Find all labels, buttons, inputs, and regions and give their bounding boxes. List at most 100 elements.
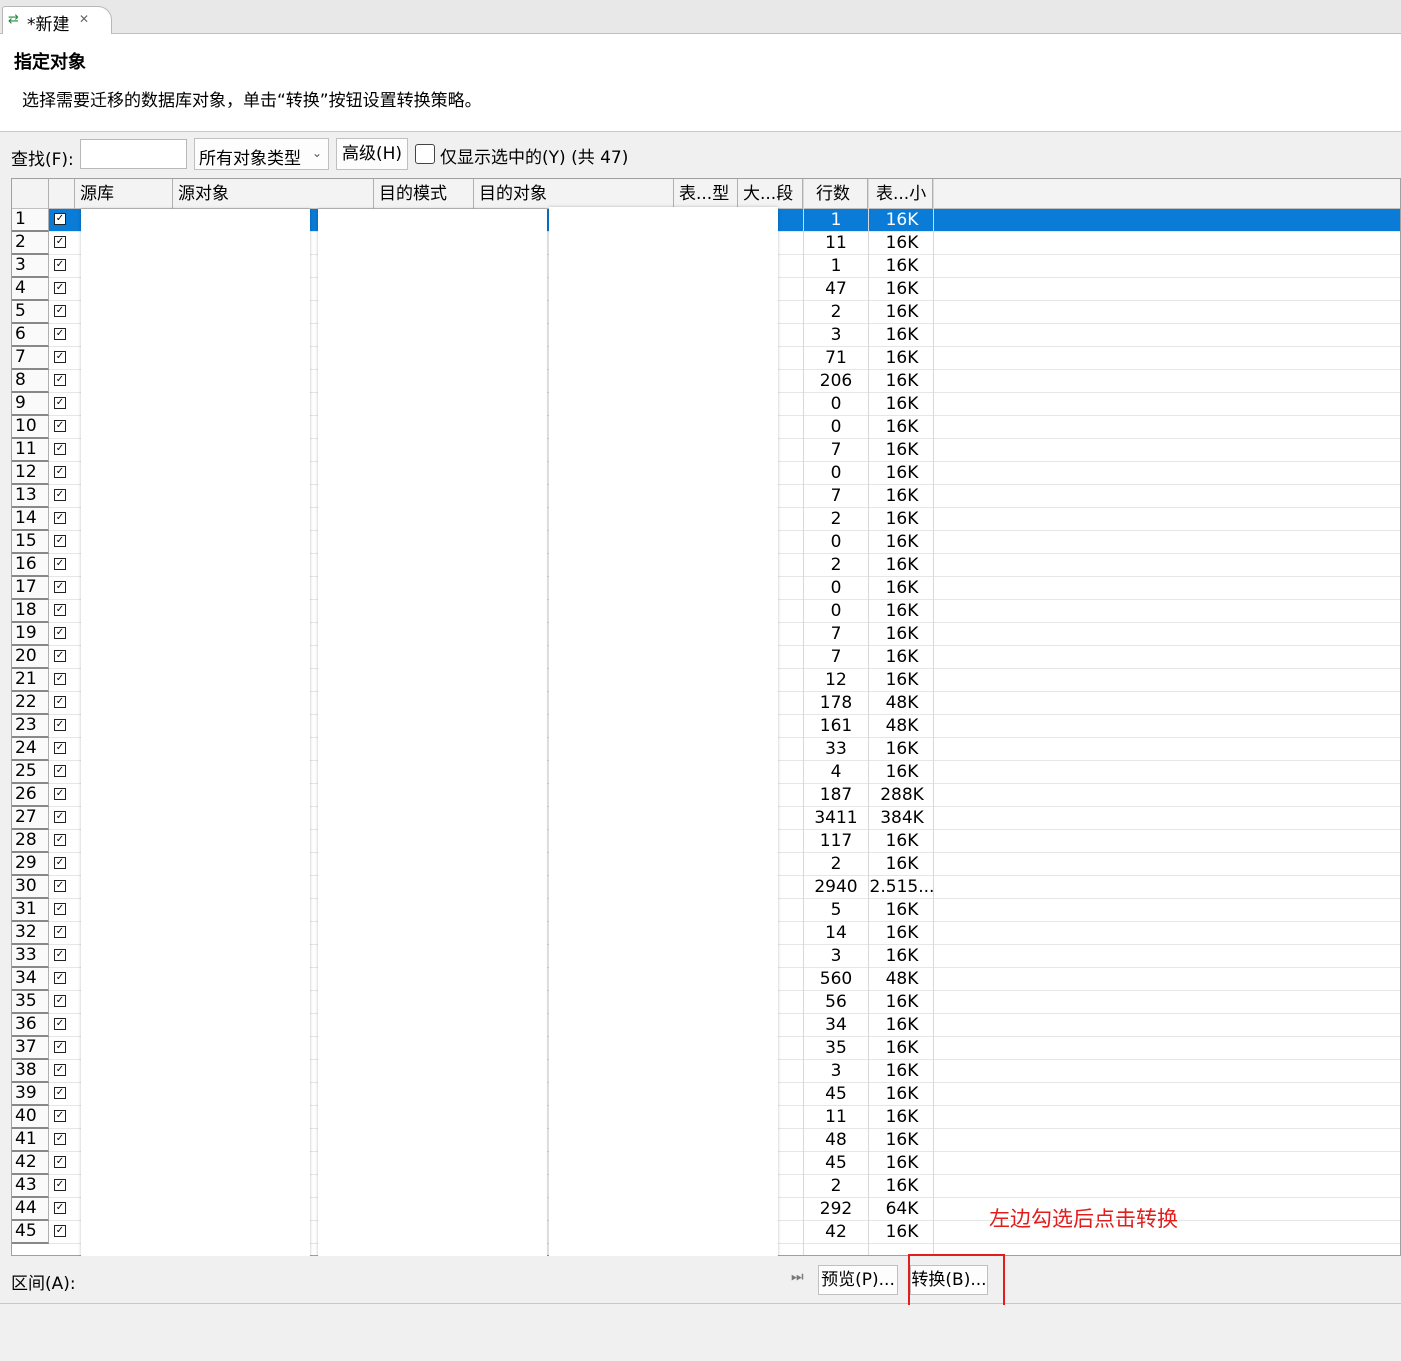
column-header-target-schema[interactable]: 目的模式 [374, 179, 474, 209]
find-input[interactable] [80, 139, 187, 169]
row-checkbox[interactable]: ✓ [54, 282, 66, 294]
row-checkbox[interactable]: ✓ [54, 673, 66, 685]
skip-last-icon[interactable]: ⏭ [791, 1269, 804, 1285]
row-checkbox[interactable]: ✓ [54, 857, 66, 869]
column-header-target-object[interactable]: 目的对象 [474, 179, 674, 209]
row-number: 4 [12, 278, 49, 301]
table-size-cell: 48K [885, 969, 919, 989]
row-number: 30 [12, 876, 49, 899]
row-checkbox[interactable]: ✓ [54, 1133, 66, 1145]
row-number-header [12, 179, 49, 209]
row-checkbox[interactable]: ✓ [54, 1087, 66, 1099]
only-selected-checkbox[interactable] [415, 144, 435, 164]
bottom-toolbar: 区间(A): ⏭ 预览(P)... 转换(B)... [0, 1256, 1401, 1304]
column-header-table-size[interactable]: 表...小 [868, 179, 933, 209]
row-checkbox[interactable]: ✓ [54, 1110, 66, 1122]
row-checkbox[interactable]: ✓ [54, 443, 66, 455]
row-checkbox[interactable]: ✓ [54, 1156, 66, 1168]
row-checkbox[interactable]: ✓ [54, 903, 66, 915]
column-header-large-field[interactable]: 大...段 [738, 179, 803, 209]
page-description: 选择需要迁移的数据库对象，单击“转换”按钮设置转换策略。 [22, 91, 482, 111]
table-size-cell: 16K [885, 739, 919, 759]
row-number: 31 [12, 899, 49, 922]
row-checkbox[interactable]: ✓ [54, 581, 66, 593]
row-number: 34 [12, 968, 49, 991]
row-count-cell: 0 [830, 601, 842, 621]
row-checkbox[interactable]: ✓ [54, 604, 66, 616]
row-checkbox[interactable]: ✓ [54, 1179, 66, 1191]
row-checkbox[interactable]: ✓ [54, 742, 66, 754]
row-checkbox[interactable]: ✓ [54, 880, 66, 892]
row-checkbox[interactable]: ✓ [54, 489, 66, 501]
row-number: 20 [12, 646, 49, 669]
row-checkbox[interactable]: ✓ [54, 535, 66, 547]
row-number: 38 [12, 1060, 49, 1083]
row-checkbox[interactable]: ✓ [54, 512, 66, 524]
table-size-cell: 16K [885, 279, 919, 299]
row-checkbox[interactable]: ✓ [54, 719, 66, 731]
table-size-cell: 16K [885, 647, 919, 667]
table-size-cell: 16K [885, 762, 919, 782]
row-checkbox[interactable]: ✓ [54, 696, 66, 708]
row-checkbox[interactable]: ✓ [54, 949, 66, 961]
column-header-source-db[interactable]: 源库 [75, 179, 173, 209]
row-checkbox[interactable]: ✓ [54, 788, 66, 800]
table-size-cell: 48K [885, 716, 919, 736]
column-divider [933, 179, 934, 1255]
row-checkbox[interactable]: ✓ [54, 259, 66, 271]
row-checkbox[interactable]: ✓ [54, 926, 66, 938]
row-number: 23 [12, 715, 49, 738]
preview-button[interactable]: 预览(P)... [818, 1265, 898, 1295]
row-count-cell: 3 [830, 1061, 842, 1081]
row-checkbox[interactable]: ✓ [54, 466, 66, 478]
row-checkbox[interactable]: ✓ [54, 834, 66, 846]
tab-new[interactable]: ⇄ *新建 ✕ [2, 6, 112, 35]
row-number: 37 [12, 1037, 49, 1060]
row-checkbox[interactable]: ✓ [54, 972, 66, 984]
row-checkbox[interactable]: ✓ [54, 420, 66, 432]
row-count-cell: 1 [830, 256, 842, 276]
column-header-table-type[interactable]: 表...型 [674, 179, 738, 209]
row-count-cell: 7 [830, 624, 842, 644]
row-checkbox[interactable]: ✓ [54, 558, 66, 570]
table-size-cell: 16K [885, 1130, 919, 1150]
row-checkbox[interactable]: ✓ [54, 1018, 66, 1030]
row-count-cell: 11 [825, 233, 847, 253]
row-checkbox[interactable]: ✓ [54, 305, 66, 317]
table-size-cell: 16K [885, 1153, 919, 1173]
object-type-select-value: 所有对象类型 [199, 149, 301, 169]
close-icon[interactable]: ✕ [79, 12, 89, 26]
row-number: 35 [12, 991, 49, 1014]
row-checkbox[interactable]: ✓ [54, 811, 66, 823]
row-checkbox[interactable]: ✓ [54, 765, 66, 777]
row-checkbox[interactable]: ✓ [54, 213, 66, 225]
column-header-source-object[interactable]: 源对象 [173, 179, 374, 209]
row-checkbox[interactable]: ✓ [54, 328, 66, 340]
row-count-cell: 7 [830, 486, 842, 506]
row-checkbox[interactable]: ✓ [54, 1225, 66, 1237]
row-checkbox[interactable]: ✓ [54, 1064, 66, 1076]
object-type-select[interactable]: 所有对象类型 ⌄ [194, 138, 329, 170]
table-size-cell: 16K [885, 371, 919, 391]
row-checkbox[interactable]: ✓ [54, 236, 66, 248]
advanced-button[interactable]: 高级(H) [336, 138, 408, 170]
row-checkbox[interactable]: ✓ [54, 397, 66, 409]
column-header-row-count[interactable]: 行数 [803, 179, 868, 209]
row-checkbox[interactable]: ✓ [54, 995, 66, 1007]
row-number: 11 [12, 439, 49, 462]
row-count-cell: 11 [825, 1107, 847, 1127]
row-count-cell: 3 [830, 946, 842, 966]
migrate-arrows-icon: ⇄ [8, 12, 19, 27]
row-checkbox[interactable]: ✓ [54, 1202, 66, 1214]
row-number: 32 [12, 922, 49, 945]
row-count-cell: 33 [825, 739, 847, 759]
row-checkbox[interactable]: ✓ [54, 1041, 66, 1053]
table-size-cell: 16K [885, 555, 919, 575]
annotation-highlight-box [908, 1254, 1005, 1311]
row-checkbox[interactable]: ✓ [54, 650, 66, 662]
row-checkbox[interactable]: ✓ [54, 374, 66, 386]
row-number: 22 [12, 692, 49, 715]
row-checkbox[interactable]: ✓ [54, 351, 66, 363]
table-size-cell: 16K [885, 1038, 919, 1058]
row-checkbox[interactable]: ✓ [54, 627, 66, 639]
